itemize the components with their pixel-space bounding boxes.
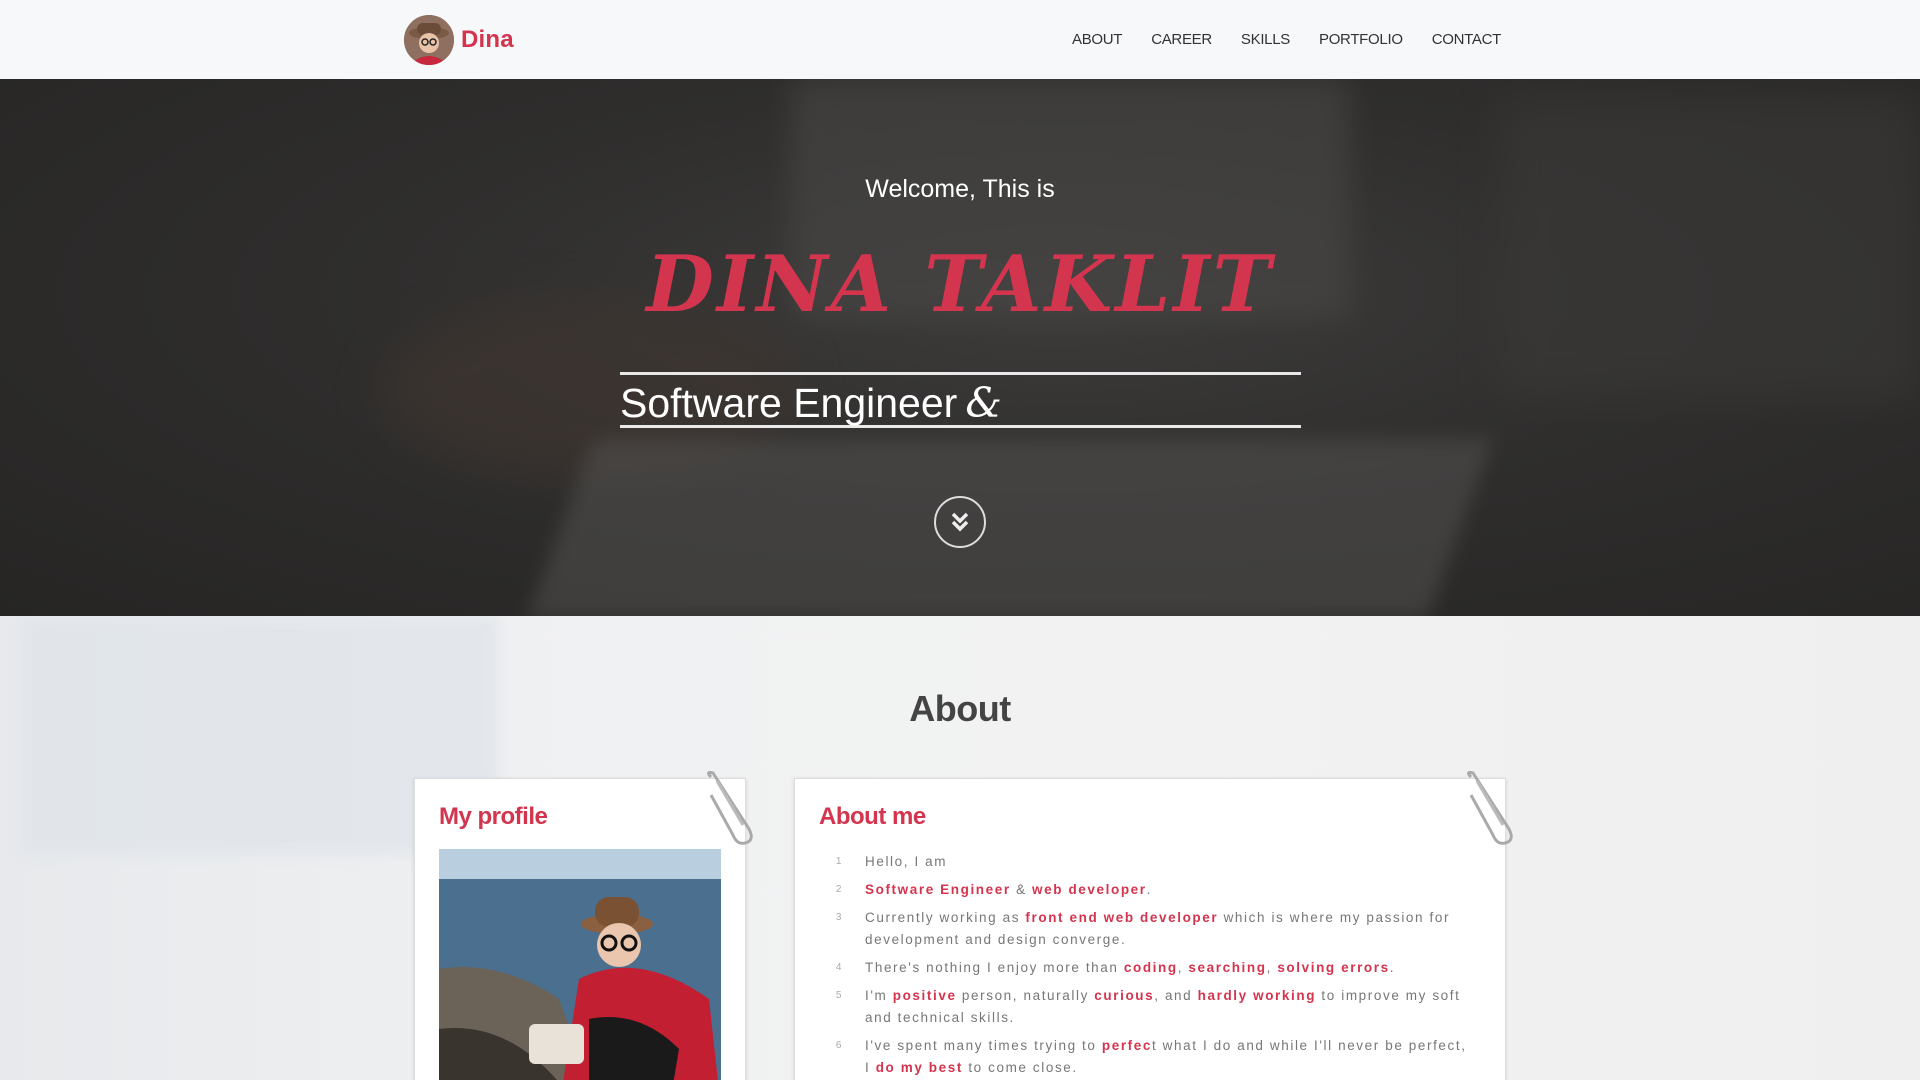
nav-item-contact[interactable]: CONTACT [1432, 31, 1502, 48]
paperclip-icon [706, 771, 753, 845]
line-text: person, naturally [956, 988, 1095, 1003]
about-me-card: About me 1 Hello, I am 2 Software Engineer … [794, 771, 1513, 1080]
brand-link[interactable]: Dina [404, 14, 514, 66]
line-text: I'm [865, 988, 893, 1003]
profile-card-title: My profile [439, 803, 548, 830]
line-text: I've spent many times trying to [865, 1038, 1102, 1053]
line-number: 1 [835, 856, 843, 867]
line-number: 4 [835, 962, 843, 973]
nav-item-career[interactable]: CAREER [1151, 31, 1212, 48]
hero-role-suffix: & [965, 379, 1002, 427]
hero-section: Welcome, This is DINA TAKLIT Software En… [0, 79, 1920, 616]
highlight-text: coding [1123, 960, 1178, 975]
highlight-text: searching [1188, 960, 1267, 975]
about-me-card-title: About me [819, 803, 926, 830]
line-text: . [1146, 882, 1152, 897]
about-me-line: 1 Hello, I am [831, 851, 1471, 873]
line-text: , and [1154, 988, 1198, 1003]
highlight-text: curious [1094, 988, 1155, 1003]
highlight-text: hardly working [1197, 988, 1317, 1003]
hero-welcome-text: Welcome, This is [865, 175, 1055, 203]
line-number: 6 [835, 1040, 843, 1051]
about-section: About My profile About me 1 Hello, I am … [0, 616, 1920, 1080]
line-number: 5 [835, 990, 843, 1001]
nav-item-skills[interactable]: SKILLS [1241, 31, 1290, 48]
highlight-text: solving errors [1277, 960, 1390, 975]
line-text: There's nothing I enjoy more than [865, 960, 1124, 975]
highlight-text: do my best [875, 1060, 963, 1075]
hero-role-text: Software Engineer [620, 380, 958, 426]
paperclip-icon [1466, 771, 1513, 845]
line-number: 3 [835, 912, 843, 923]
line-text: to come close. [962, 1060, 1078, 1075]
line-text: , [1177, 960, 1189, 975]
brand-name: Dina [461, 26, 514, 53]
line-text: Currently working as [865, 910, 1026, 925]
nav-item-about[interactable]: ABOUT [1072, 31, 1122, 48]
hero-role-box: Software Engineer & [620, 372, 1301, 428]
line-text: & [1010, 882, 1033, 897]
line-text: , [1266, 960, 1278, 975]
about-me-line: 6 I've spent many times trying to perfec t… [831, 1035, 1471, 1079]
highlight-text: web developer [1032, 882, 1147, 897]
about-me-line: 2 Software Engineer & web developer. [831, 879, 1471, 901]
profile-card: My profile [414, 771, 753, 1080]
about-me-line: 3 Currently working as front end web deve… [831, 907, 1471, 951]
main-nav: ABOUT CAREER SKILLS PORTFOLIO CONTACT [1043, 0, 1501, 79]
line-text: . [1389, 960, 1396, 975]
highlight-text: perfec [1101, 1038, 1152, 1053]
highlight-text: front end web developer [1025, 910, 1219, 925]
about-me-line: 4 There's nothing I enjoy more than codin… [831, 957, 1471, 979]
highlight-text: Software Engineer [865, 882, 1011, 897]
hero-name: DINA TAKLIT [646, 239, 1274, 330]
hero-role: Software Engineer & [620, 379, 1002, 427]
about-me-list: 1 Hello, I am 2 Software Engineer & web dev… [831, 851, 1471, 1080]
chevron-double-down-icon [951, 512, 969, 532]
line-text: Hello, I am [865, 854, 948, 869]
nav-item-portfolio[interactable]: PORTFOLIO [1319, 31, 1403, 48]
navbar: Dina ABOUT CAREER SKILLS PORTFOLIO CONTA… [0, 0, 1920, 79]
line-number: 2 [835, 884, 843, 895]
highlight-text: positive [892, 988, 957, 1003]
about-me-line: 5 I'm positive person, naturally curious,… [831, 985, 1471, 1029]
hero-background-keyboard [527, 439, 1493, 616]
profile-photo [439, 849, 721, 1080]
scroll-down-button[interactable] [934, 496, 986, 548]
about-title: About [909, 688, 1011, 729]
avatar [404, 15, 454, 65]
